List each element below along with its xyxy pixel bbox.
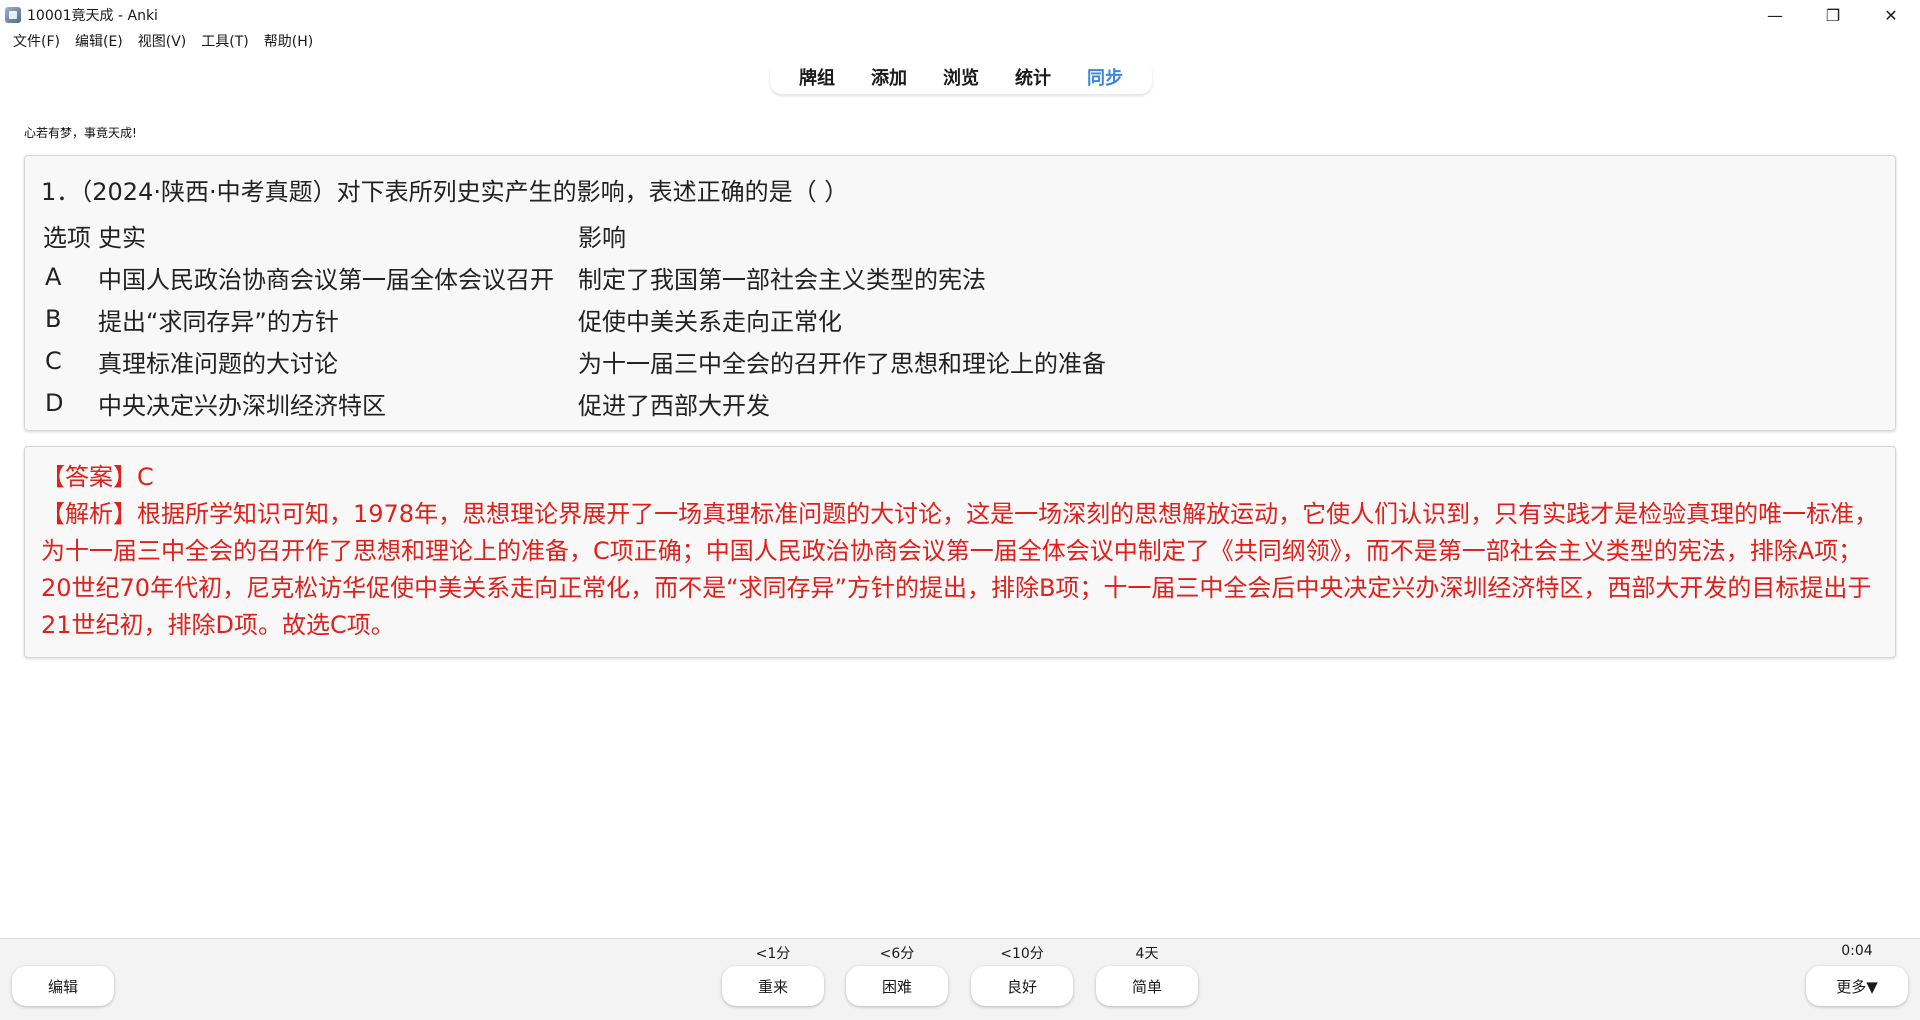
table-header-row: 选项 史实 影响 (43, 214, 1278, 256)
close-icon[interactable]: ✕ (1862, 0, 1920, 30)
title-bar: 10001竟天成 - Anki — ❐ ✕ (0, 0, 1920, 30)
option-impact: 为十一届三中全会的召开作了思想和理论上的准备 (578, 349, 1106, 378)
good-button[interactable]: 良好 (971, 966, 1073, 1006)
question-text: 1．（2024·陕西·中考真题）对下表所列史实产生的影响，表述正确的是（ ） (41, 178, 849, 206)
option-fact: 中央决定兴办深圳经济特区 (98, 391, 386, 420)
answer-card: 【答案】C 【解析】根据所学知识可知，1978年，思想理论界展开了一场真理标准问… (24, 446, 1896, 658)
menu-file[interactable]: 文件(F) (6, 31, 68, 51)
option-letter: B (45, 305, 62, 333)
review-bottom-bar: 编辑 <1分 重来 <6分 困难 <10分 良好 4天 简单 0:04 更多▼ (0, 938, 1920, 1020)
tab-decks[interactable]: 牌组 (781, 64, 853, 90)
question-card: 1．（2024·陕西·中考真题）对下表所列史实产生的影响，表述正确的是（ ） 选… (24, 155, 1896, 431)
edit-button[interactable]: 编辑 (12, 966, 114, 1006)
menu-help[interactable]: 帮助(H) (257, 31, 321, 51)
answer-content: 【答案】C 【解析】根据所学知识可知，1978年，思想理论界展开了一场真理标准问… (41, 459, 1881, 644)
options-table: 选项 史实 影响 A 中国人民政治协商会议第一届全体会议召开 制定了我国第一部社… (43, 214, 1278, 424)
main-toolbar: 牌组 添加 浏览 统计 同步 (770, 60, 1152, 94)
table-row: C 真理标准问题的大讨论 为十一届三中全会的召开作了思想和理论上的准备 (43, 340, 1278, 382)
menu-edit[interactable]: 编辑(E) (68, 31, 131, 51)
menu-bar: 文件(F) 编辑(E) 视图(V) 工具(T) 帮助(H) (0, 30, 1920, 52)
menu-tools[interactable]: 工具(T) (194, 31, 256, 51)
option-letter: A (45, 263, 62, 291)
table-row: A 中国人民政治协商会议第一届全体会议召开 制定了我国第一部社会主义类型的宪法 (43, 256, 1278, 298)
tab-stats[interactable]: 统计 (997, 64, 1069, 90)
hard-button[interactable]: 困难 (846, 966, 948, 1006)
tab-browse[interactable]: 浏览 (925, 64, 997, 90)
tab-sync[interactable]: 同步 (1069, 64, 1141, 90)
header-fact: 史实 (98, 223, 146, 252)
easy-button[interactable]: 简单 (1096, 966, 1198, 1006)
header-option: 选项 (43, 223, 91, 252)
option-letter: D (45, 389, 64, 417)
option-impact: 制定了我国第一部社会主义类型的宪法 (578, 265, 986, 294)
anki-app-icon (5, 7, 21, 23)
maximize-icon[interactable]: ❐ (1804, 0, 1862, 30)
table-row: D 中央决定兴办深圳经济特区 促进了西部大开发 (43, 382, 1278, 424)
interval-again: <1分 (755, 946, 791, 962)
menu-view[interactable]: 视图(V) (131, 31, 195, 51)
deck-motto: 心若有梦，事竟天成! (24, 126, 137, 140)
window-title: 10001竟天成 - Anki (27, 8, 158, 24)
answer-analysis: 【解析】根据所学知识可知，1978年，思想理论界展开了一场真理标准问题的大讨论，… (41, 500, 1879, 639)
option-impact: 促进了西部大开发 (578, 391, 770, 420)
answer-label: 【答案】C (41, 463, 154, 491)
window-controls: — ❐ ✕ (1746, 0, 1920, 30)
again-button[interactable]: 重来 (722, 966, 824, 1006)
interval-easy: 4天 (1135, 946, 1159, 962)
minimize-icon[interactable]: — (1746, 0, 1804, 30)
option-letter: C (45, 347, 62, 375)
header-impact: 影响 (578, 223, 626, 252)
tab-add[interactable]: 添加 (853, 64, 925, 90)
review-timer: 0:04 (1841, 943, 1873, 959)
interval-hard: <6分 (879, 946, 915, 962)
option-fact: 中国人民政治协商会议第一届全体会议召开 (98, 265, 554, 294)
option-fact: 真理标准问题的大讨论 (98, 349, 338, 378)
option-impact: 促使中美关系走向正常化 (578, 307, 842, 336)
interval-good: <10分 (1000, 946, 1044, 962)
table-row: B 提出“求同存异”的方针 促使中美关系走向正常化 (43, 298, 1278, 340)
more-button[interactable]: 更多▼ (1806, 966, 1908, 1006)
option-fact: 提出“求同存异”的方针 (98, 307, 339, 336)
